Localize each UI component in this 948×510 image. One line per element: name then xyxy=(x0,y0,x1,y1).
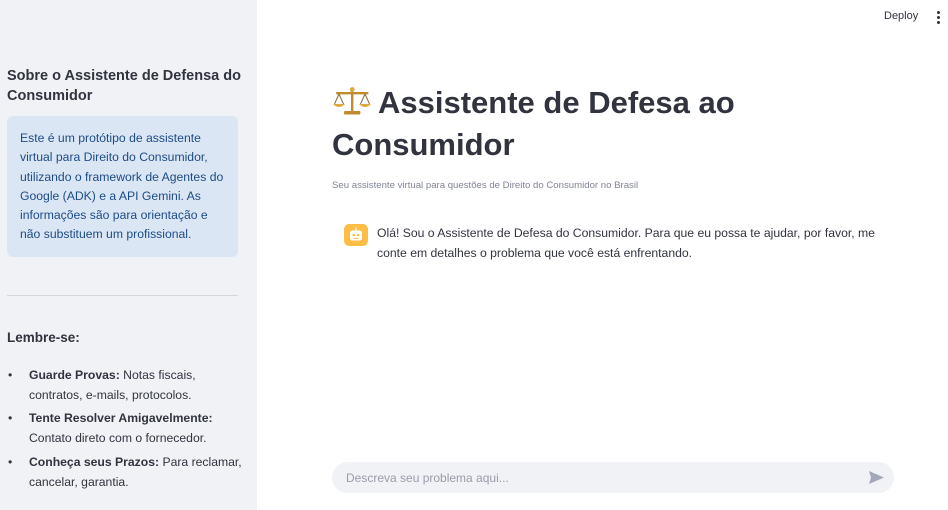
page-title-text: Assistente de Defesa ao Consumidor xyxy=(332,85,735,162)
bullet-icon: • xyxy=(8,454,13,469)
info-box: Este é um protótipo de assistente virtua… xyxy=(7,116,238,257)
chat-input[interactable] xyxy=(346,462,846,493)
remember-title: Lembre-se: xyxy=(7,330,80,345)
tip-text: Contato direto com o fornecedor. xyxy=(29,431,207,446)
sidebar-title: Sobre o Assistente de Defensa do Consumi… xyxy=(7,68,241,104)
vertical-dots-icon[interactable] xyxy=(936,11,942,25)
tip-item: • Tente Resolver Amigavelmente: Contato … xyxy=(7,409,242,448)
info-text: Este é um protótipo de assistente virtua… xyxy=(20,131,224,242)
bullet-icon: • xyxy=(8,368,13,382)
tip-item: • Conheça seus Prazos: Para reclamar, ca… xyxy=(7,453,242,492)
chat-input-container xyxy=(332,462,894,493)
sidebar-divider xyxy=(7,295,238,296)
message-text: Olá! Sou o Assistente de Defesa do Consu… xyxy=(377,226,875,260)
tip-item: • Guarde Provas: Notas fiscais, contrato… xyxy=(7,366,242,405)
tip-label: Conheça seus Prazos: xyxy=(29,454,160,469)
tips-list: • Guarde Provas: Notas fiscais, contrato… xyxy=(7,366,242,496)
send-icon[interactable] xyxy=(868,470,885,485)
page-subtitle: Seu assistente virtual para questões de … xyxy=(332,180,639,191)
page-title: Assistente de Defesa ao Consumidor xyxy=(332,82,802,166)
deploy-button[interactable]: Deploy xyxy=(884,10,918,22)
sidebar: Sobre o Assistente de Defensa do Consumi… xyxy=(0,0,257,510)
bullet-icon: • xyxy=(8,411,13,426)
tip-label: Guarde Provas: xyxy=(29,368,120,382)
balance-scale-icon xyxy=(332,85,372,115)
tip-label: Tente Resolver Amigavelmente: xyxy=(29,411,213,426)
robot-icon xyxy=(344,224,368,246)
